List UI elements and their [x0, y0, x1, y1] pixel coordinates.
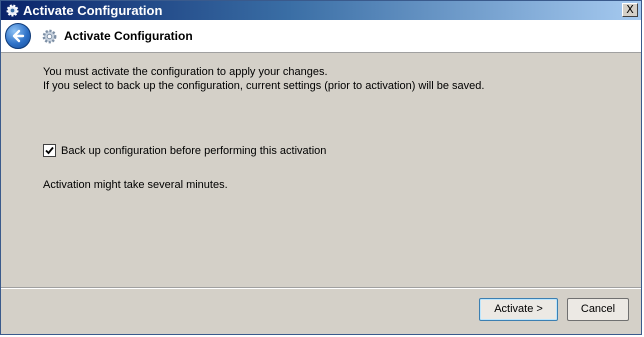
activation-message-line-2: If you select to back up the configurati…: [43, 80, 485, 92]
gear-icon: [6, 4, 19, 17]
backup-checkbox-label[interactable]: Back up configuration before performing …: [61, 145, 326, 158]
back-arrow-icon: [12, 29, 25, 43]
page-title: Activate Configuration: [64, 29, 193, 43]
footer-separator: [1, 287, 641, 289]
activate-configuration-window: Activate Configuration X Activate Config…: [0, 0, 642, 335]
cancel-button[interactable]: Cancel: [567, 298, 629, 321]
activate-button[interactable]: Activate >: [479, 298, 558, 321]
activation-duration-note: Activation might take several minutes.: [43, 179, 228, 191]
back-button[interactable]: [5, 23, 31, 49]
wizard-header: Activate Configuration: [1, 20, 641, 53]
title-bar[interactable]: Activate Configuration X: [1, 1, 641, 20]
backup-checkbox[interactable]: [43, 144, 56, 157]
gear-icon: [42, 29, 57, 44]
checkmark-icon: [45, 146, 54, 155]
activation-message-line-1: You must activate the configuration to a…: [43, 66, 328, 78]
window-title: Activate Configuration: [23, 3, 163, 18]
dialog-content: You must activate the configuration to a…: [1, 53, 641, 287]
close-button[interactable]: X: [622, 3, 638, 17]
